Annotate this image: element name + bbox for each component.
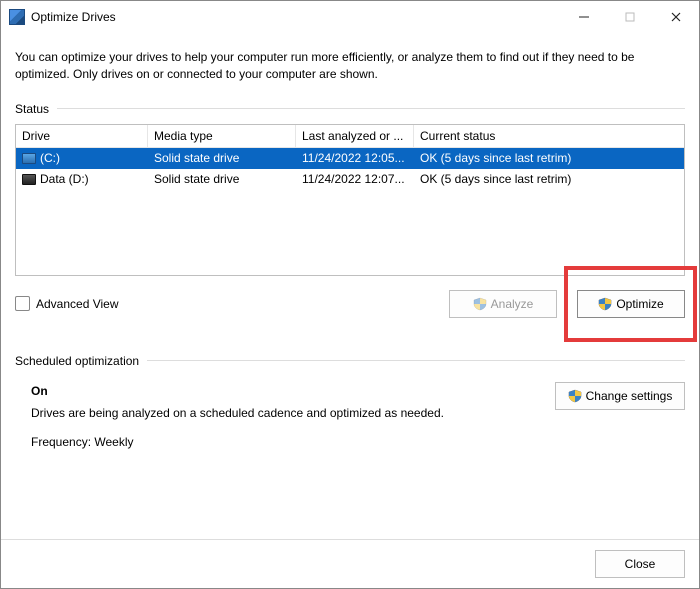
drive-status: OK (5 days since last retrim): [414, 148, 684, 169]
footer: Close: [1, 539, 699, 588]
scheduled-freq: Frequency: Weekly: [31, 433, 545, 452]
scheduled-actions: Change settings: [555, 382, 685, 452]
divider: [57, 108, 685, 109]
scheduled-desc: Drives are being analyzed on a scheduled…: [31, 404, 545, 423]
drive-status: OK (5 days since last retrim): [414, 169, 684, 190]
row-actions: Advanced View Analyze Optimize: [15, 290, 685, 318]
titlebar: Optimize Drives: [1, 1, 699, 33]
col-header-last[interactable]: Last analyzed or ...: [296, 125, 414, 148]
scheduled-group: Scheduled optimization On Drives are bei…: [15, 354, 685, 452]
status-group-label: Status: [15, 102, 685, 116]
drive-icon: [22, 174, 36, 185]
drive-media: Solid state drive: [148, 148, 296, 169]
shield-icon: [473, 297, 487, 311]
minimize-button[interactable]: [561, 1, 607, 33]
maximize-icon: [625, 12, 635, 22]
scheduled-body: On Drives are being analyzed on a schedu…: [15, 376, 685, 452]
close-label: Close: [625, 557, 656, 571]
scheduled-on: On: [31, 382, 545, 401]
optimize-label: Optimize: [616, 297, 663, 311]
drive-name: (C:): [40, 151, 60, 165]
shield-icon: [568, 389, 582, 403]
drive-last: 11/24/2022 12:05...: [296, 148, 414, 169]
status-label: Status: [15, 102, 49, 116]
close-window-button[interactable]: [653, 1, 699, 33]
drive-icon: [22, 153, 36, 164]
app-icon: [9, 9, 25, 25]
col-header-media[interactable]: Media type: [148, 125, 296, 148]
drives-header-row: Drive Media type Last analyzed or ... Cu…: [16, 125, 684, 148]
drives-list: Drive Media type Last analyzed or ... Cu…: [15, 124, 685, 276]
drive-row[interactable]: Data (D:) Solid state drive11/24/2022 12:…: [16, 169, 684, 190]
description-text: You can optimize your drives to help you…: [15, 49, 685, 84]
drive-name: Data (D:): [40, 172, 89, 186]
scheduled-text: On Drives are being analyzed on a schedu…: [31, 382, 545, 452]
analyze-label: Analyze: [491, 297, 534, 311]
close-button[interactable]: Close: [595, 550, 685, 578]
drive-last: 11/24/2022 12:07...: [296, 169, 414, 190]
scheduled-label-row: Scheduled optimization: [15, 354, 685, 368]
col-header-status[interactable]: Current status: [414, 125, 684, 148]
shield-icon: [598, 297, 612, 311]
col-header-drive[interactable]: Drive: [16, 125, 148, 148]
advanced-view-checkbox[interactable]: [15, 296, 30, 311]
optimize-button[interactable]: Optimize: [577, 290, 685, 318]
analyze-button[interactable]: Analyze: [449, 290, 557, 318]
drives-body: (C:) Solid state drive11/24/2022 12:05...…: [16, 148, 684, 275]
scheduled-label: Scheduled optimization: [15, 354, 139, 368]
content-area: You can optimize your drives to help you…: [1, 33, 699, 539]
minimize-icon: [579, 12, 589, 22]
drive-row[interactable]: (C:) Solid state drive11/24/2022 12:05...…: [16, 148, 684, 169]
change-settings-button[interactable]: Change settings: [555, 382, 685, 410]
divider: [147, 360, 685, 361]
drive-media: Solid state drive: [148, 169, 296, 190]
advanced-view-label: Advanced View: [36, 297, 119, 311]
change-settings-label: Change settings: [586, 389, 673, 403]
close-icon: [671, 12, 681, 22]
maximize-button: [607, 1, 653, 33]
optimize-drives-window: Optimize Drives You can optimize your dr…: [0, 0, 700, 589]
window-title: Optimize Drives: [31, 10, 561, 24]
window-controls: [561, 1, 699, 33]
